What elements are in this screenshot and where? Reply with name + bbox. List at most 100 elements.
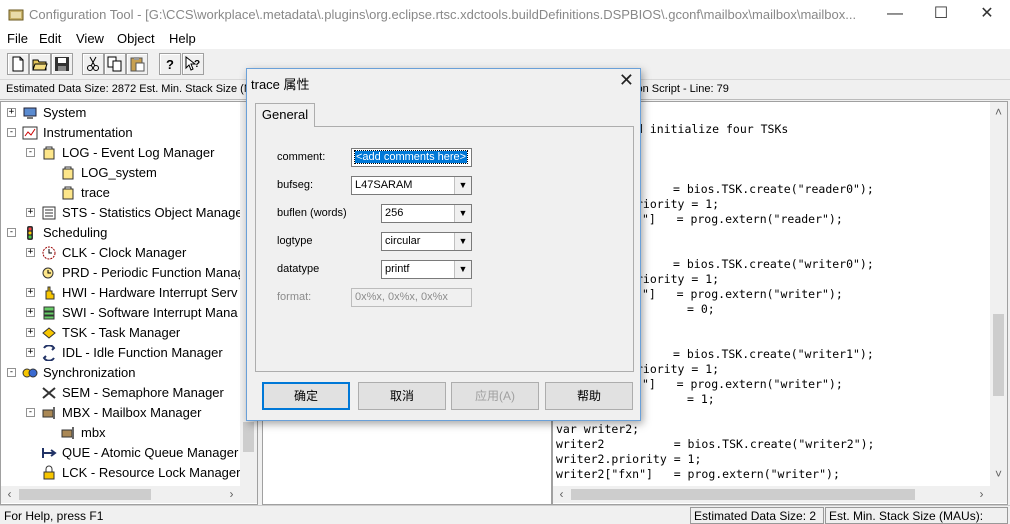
copy-button[interactable] <box>104 53 126 75</box>
info-data-size: Estimated Data Size: 2872 Est. Min. Stac… <box>6 83 253 95</box>
collapse-icon[interactable]: - <box>26 408 35 417</box>
tree-item-que[interactable]: QUE - Atomic Queue Manager <box>1 443 241 463</box>
expand-icon[interactable]: + <box>26 308 35 317</box>
code-horizontal-scrollbar[interactable]: ‹ › <box>553 486 1007 503</box>
dialog-close-button[interactable]: ✕ <box>619 70 634 91</box>
cut-button[interactable] <box>82 53 104 75</box>
expand-icon[interactable]: + <box>26 348 35 357</box>
tree-item-clk[interactable]: + CLK - Clock Manager <box>1 243 241 263</box>
general-tab-panel: comment: <add comments here> bufseg: L47… <box>255 126 634 372</box>
bufseg-value: L47SARAM <box>355 179 413 191</box>
code-vscroll-thumb[interactable] <box>993 314 1004 396</box>
cancel-button[interactable]: 取消 <box>358 382 446 410</box>
open-button[interactable] <box>29 53 51 75</box>
collapse-icon[interactable]: - <box>7 368 16 377</box>
tree-item-label: mbx <box>81 425 106 440</box>
tree-item-log_system[interactable]: LOG_system <box>1 163 241 183</box>
chevron-down-icon[interactable]: ▼ <box>454 233 471 250</box>
tree-horizontal-scrollbar[interactable]: ‹ › <box>1 486 257 503</box>
collapse-icon[interactable]: - <box>26 148 35 157</box>
expand-icon[interactable]: + <box>7 108 16 117</box>
semaphore-icon <box>42 387 56 399</box>
new-button[interactable] <box>7 53 29 75</box>
minimize-button[interactable]: — <box>872 0 918 29</box>
comment-value: <add comments here> <box>353 150 469 164</box>
tree-vscroll-thumb[interactable] <box>243 422 254 452</box>
menu-view[interactable]: View <box>76 31 104 46</box>
help-button[interactable]: ? <box>159 53 181 75</box>
collapse-icon[interactable]: - <box>7 228 16 237</box>
object-tree-pane[interactable]: + System - Instrumentation - LOG - Event Log … <box>0 101 258 505</box>
trace-properties-dialog: trace 属性 ✕ General comment: <add comment… <box>246 68 641 421</box>
help-button[interactable]: 帮助 <box>545 382 633 410</box>
tree-item-trace[interactable]: trace <box>1 183 241 203</box>
menu-object[interactable]: Object <box>117 31 155 46</box>
scroll-up-arrow[interactable]: ˄ <box>990 104 1007 121</box>
code-hscroll-thumb[interactable] <box>571 489 915 500</box>
chevron-down-icon[interactable]: ▼ <box>454 205 471 222</box>
tree-item-hwi[interactable]: + HWI - Hardware Interrupt Serv <box>1 283 241 303</box>
collapse-icon[interactable]: - <box>7 128 16 137</box>
datatype-select[interactable]: printf ▼ <box>381 260 472 279</box>
expand-icon[interactable]: + <box>26 328 35 337</box>
scroll-right-arrow[interactable]: › <box>223 486 240 503</box>
paste-icon <box>130 57 145 72</box>
chevron-down-icon[interactable]: ▼ <box>454 261 471 278</box>
tree-item-lck[interactable]: LCK - Resource Lock Manager <box>1 463 241 483</box>
tree-item-label: STS - Statistics Object Manage <box>62 205 243 220</box>
code-vertical-scrollbar[interactable]: ˄ ˅ <box>990 102 1007 486</box>
logtype-select[interactable]: circular ▼ <box>381 232 472 251</box>
tree-item-prd[interactable]: PRD - Periodic Function Manag <box>1 263 245 283</box>
tree-item-tsk[interactable]: + TSK - Task Manager <box>1 323 241 343</box>
tree-item-log[interactable]: - LOG - Event Log Manager <box>1 143 241 163</box>
app-icon <box>8 9 24 21</box>
tree-item-mbx[interactable]: - MBX - Mailbox Manager <box>1 403 241 423</box>
tree-item-sts[interactable]: + STS - Statistics Object Manage <box>1 203 243 223</box>
menu-bar: File Edit View Object Help <box>0 29 1010 49</box>
tree-item-swi[interactable]: + SWI - Software Interrupt Mana <box>1 303 241 323</box>
logtype-label: logtype <box>277 235 313 247</box>
context-help-button[interactable]: ? <box>182 53 204 75</box>
maximize-button[interactable]: ☐ <box>918 0 964 29</box>
menu-edit[interactable]: Edit <box>39 31 61 46</box>
menu-help[interactable]: Help <box>169 31 196 46</box>
code-line: writer2.priority = 1; <box>556 452 702 466</box>
tree-item-label: PRD - Periodic Function Manag <box>62 265 245 280</box>
code-line: = bios.TSK.create("writer0"); <box>673 257 874 271</box>
code-scroll-right-arrow[interactable]: › <box>973 486 990 503</box>
tree-item-label: Scheduling <box>43 225 108 240</box>
tree-item-sem[interactable]: SEM - Semaphore Manager <box>1 383 241 403</box>
chevron-down-icon[interactable]: ▼ <box>454 177 471 194</box>
mailbox-icon <box>42 407 55 419</box>
tree-hscroll-thumb[interactable] <box>19 489 151 500</box>
close-button[interactable]: ✕ <box>964 0 1010 29</box>
scroll-down-arrow[interactable]: ˅ <box>990 466 1007 483</box>
tree-item-system[interactable]: + System <box>1 103 241 123</box>
tree-item-synchronization[interactable]: - Synchronization <box>1 363 241 383</box>
comment-field[interactable]: <add comments here> <box>351 148 472 167</box>
tree-item-mbx[interactable]: mbx <box>1 423 241 443</box>
expand-icon[interactable]: + <box>26 248 35 257</box>
save-button[interactable] <box>51 53 73 75</box>
ok-button[interactable]: 确定 <box>262 382 350 410</box>
code-line: = bios.TSK.create("writer1"); <box>673 347 874 361</box>
tree-item-scheduling[interactable]: - Scheduling <box>1 223 241 243</box>
scroll-left-arrow[interactable]: ‹ <box>1 486 18 503</box>
tree-item-instrumentation[interactable]: - Instrumentation <box>1 123 241 143</box>
expand-icon[interactable]: + <box>26 208 35 217</box>
hand-icon <box>45 286 55 300</box>
code-line: "] = prog.extern("writer"); <box>642 287 843 301</box>
bufseg-select[interactable]: L47SARAM ▼ <box>351 176 472 195</box>
code-scroll-left-arrow[interactable]: ‹ <box>553 486 570 503</box>
paste-button[interactable] <box>126 53 148 75</box>
code-line: = bios.TSK.create("reader0"); <box>673 182 874 196</box>
code-line: d initialize four TSKs <box>636 122 789 136</box>
menu-file[interactable]: File <box>7 31 28 46</box>
tree-item-label: trace <box>81 185 110 200</box>
expand-icon[interactable]: + <box>26 288 35 297</box>
datatype-value: printf <box>385 263 410 275</box>
buflen-select[interactable]: 256 ▼ <box>381 204 472 223</box>
tree-item-idl[interactable]: + IDL - Idle Function Manager <box>1 343 241 363</box>
tree-item-label: SEM - Semaphore Manager <box>62 385 224 400</box>
tab-general[interactable]: General <box>255 103 315 127</box>
